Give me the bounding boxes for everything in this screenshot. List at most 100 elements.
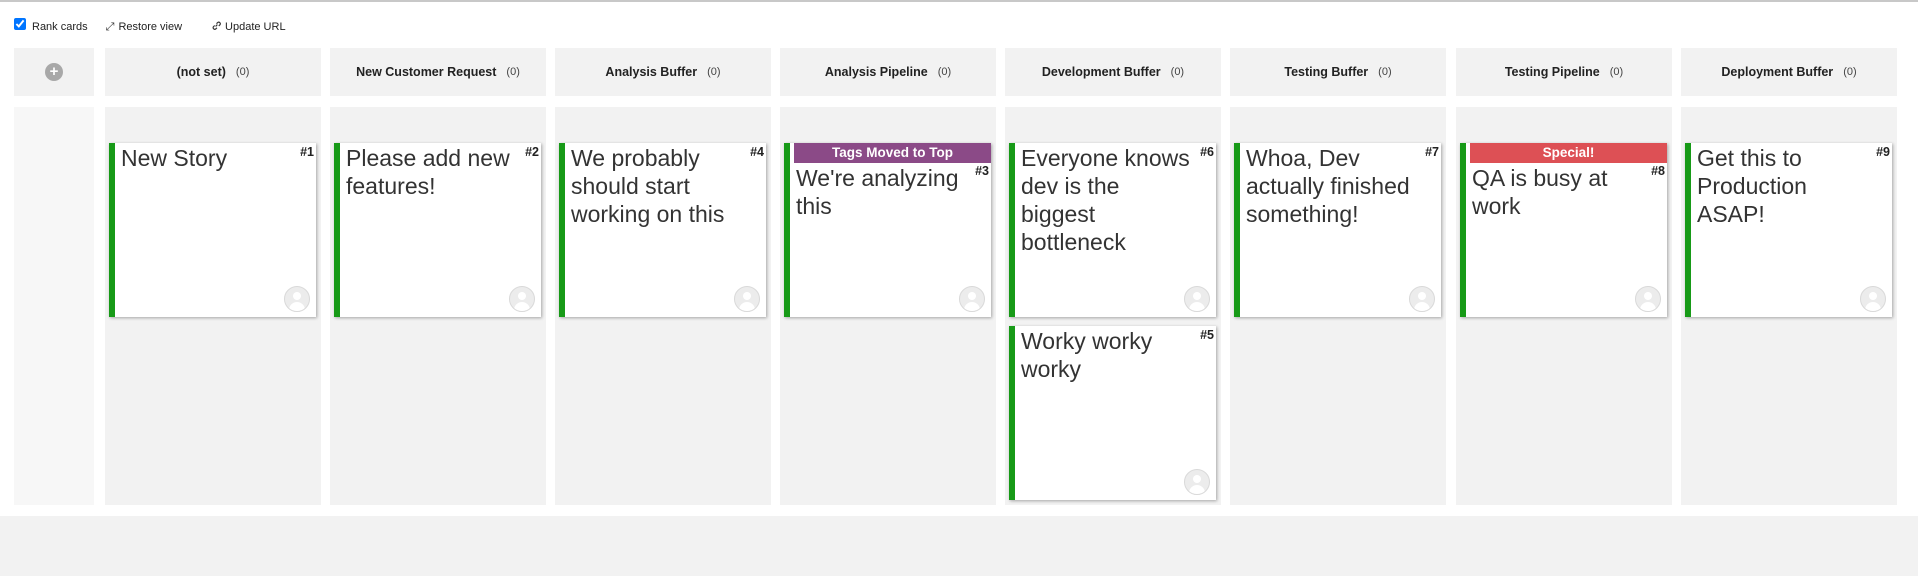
column-body: Whoa, Dev actually finished something! #7 bbox=[1230, 107, 1446, 505]
story-card[interactable]: We probably should start working on this… bbox=[559, 143, 766, 317]
avatar-icon[interactable] bbox=[1184, 286, 1210, 312]
avatar-body bbox=[1189, 302, 1205, 311]
column-header[interactable]: Testing Buffer (0) bbox=[1230, 48, 1446, 96]
column-count: (0) bbox=[1170, 66, 1185, 78]
avatar-head bbox=[1193, 475, 1201, 483]
card-title: Whoa, Dev actually finished something! bbox=[1246, 145, 1410, 227]
update-url-label: Update URL bbox=[225, 21, 286, 33]
story-card[interactable]: Tags Moved to Top We're analyzing this #3 bbox=[784, 143, 991, 317]
card-tag-label: Special! bbox=[1470, 143, 1667, 163]
story-card[interactable]: Whoa, Dev actually finished something! #7 bbox=[1234, 143, 1441, 317]
update-url-button[interactable]: Update URL bbox=[212, 21, 286, 33]
column-header[interactable]: Analysis Buffer (0) bbox=[555, 48, 771, 96]
story-card[interactable]: Special! QA is busy at work #8 bbox=[1460, 143, 1667, 317]
top-border bbox=[0, 0, 1918, 2]
link-icon bbox=[212, 21, 221, 33]
card-title: QA is busy at work bbox=[1472, 165, 1608, 219]
card-title: Worky worky worky bbox=[1021, 328, 1153, 382]
story-card[interactable]: Everyone knows dev is the biggest bottle… bbox=[1009, 143, 1216, 317]
board-toolbar: Rank cards ⤢ Restore view Update URL bbox=[14, 17, 286, 37]
card-tag-label: Tags Moved to Top bbox=[794, 143, 991, 163]
avatar-icon[interactable] bbox=[1635, 286, 1661, 312]
avatar-head bbox=[1418, 292, 1426, 300]
column-count: (0) bbox=[937, 66, 952, 78]
avatar-body bbox=[1189, 485, 1205, 494]
card-id: #8 bbox=[1651, 164, 1665, 178]
column-title: Testing Buffer bbox=[1284, 65, 1369, 79]
restore-arrows-icon: ⤢ bbox=[105, 20, 115, 33]
avatar-body bbox=[1640, 302, 1656, 311]
avatar-icon[interactable] bbox=[284, 286, 310, 312]
column-count: (0) bbox=[707, 66, 721, 78]
card-id: #6 bbox=[1200, 145, 1214, 159]
column-body: Please add new features! #2 bbox=[330, 107, 546, 505]
column-title: Analysis Pipeline bbox=[824, 65, 928, 79]
card-id: #7 bbox=[1425, 145, 1439, 159]
avatar-head bbox=[968, 292, 976, 300]
card-title: Get this to Production ASAP! bbox=[1697, 145, 1807, 227]
column-title: Deployment Buffer bbox=[1721, 65, 1834, 79]
avatar-head bbox=[293, 292, 301, 300]
card-title: We're analyzing this bbox=[796, 165, 959, 219]
column-body: Everyone knows dev is the biggest bottle… bbox=[1005, 107, 1221, 505]
avatar-head bbox=[1193, 292, 1201, 300]
avatar-body bbox=[1865, 302, 1881, 311]
rank-cards-checkbox[interactable] bbox=[14, 18, 26, 30]
column-body: Get this to Production ASAP! #9 bbox=[1681, 107, 1897, 505]
add-column-body bbox=[14, 107, 94, 505]
column-title: Testing Pipeline bbox=[1504, 65, 1600, 79]
column-header[interactable]: New Customer Request (0) bbox=[330, 48, 546, 96]
card-id: #3 bbox=[975, 164, 989, 178]
add-column-header: + bbox=[14, 48, 94, 96]
restore-view-label: Restore view bbox=[118, 21, 183, 33]
plus-circle-icon[interactable]: + bbox=[45, 63, 63, 81]
avatar-body bbox=[964, 302, 980, 311]
avatar-body bbox=[1414, 302, 1430, 311]
board-footer bbox=[0, 516, 1918, 576]
story-card[interactable]: Worky worky worky #5 bbox=[1009, 326, 1216, 500]
avatar-body bbox=[739, 302, 755, 311]
card-id: #4 bbox=[750, 145, 764, 159]
rank-cards-label: Rank cards bbox=[32, 21, 88, 33]
avatar-icon[interactable] bbox=[1860, 286, 1886, 312]
story-card[interactable]: Get this to Production ASAP! #9 bbox=[1685, 143, 1892, 317]
avatar-icon[interactable] bbox=[1184, 469, 1210, 495]
column-title: Development Buffer bbox=[1041, 65, 1161, 79]
column-header[interactable]: Analysis Pipeline (0) bbox=[780, 48, 996, 96]
column-body: Tags Moved to Top We're analyzing this #3 bbox=[780, 107, 996, 505]
avatar-icon[interactable] bbox=[509, 286, 535, 312]
column-header[interactable]: Development Buffer (0) bbox=[1005, 48, 1221, 96]
card-id: #9 bbox=[1876, 145, 1890, 159]
column-count: (0) bbox=[1843, 66, 1857, 78]
card-title: Everyone knows dev is the biggest bottle… bbox=[1021, 145, 1190, 255]
card-id: #5 bbox=[1200, 328, 1214, 342]
column-header[interactable]: (not set) (0) bbox=[105, 48, 321, 96]
column-title: New Customer Request bbox=[356, 65, 497, 79]
card-title: Please add new features! bbox=[346, 145, 510, 199]
column-header[interactable]: Deployment Buffer (0) bbox=[1681, 48, 1897, 96]
column-body: We probably should start working on this… bbox=[555, 107, 771, 505]
restore-view-button[interactable]: ⤢ Restore view bbox=[106, 21, 182, 34]
column-body: Special! QA is busy at work #8 bbox=[1456, 107, 1672, 505]
avatar-head bbox=[743, 292, 751, 300]
story-card[interactable]: New Story #1 bbox=[109, 143, 316, 317]
card-title: We probably should start working on this bbox=[571, 145, 725, 227]
card-id: #2 bbox=[525, 145, 539, 159]
avatar-body bbox=[514, 302, 530, 311]
avatar-icon[interactable] bbox=[734, 286, 760, 312]
avatar-body bbox=[289, 302, 305, 311]
rank-cards-toggle[interactable]: Rank cards bbox=[14, 18, 88, 33]
avatar-head bbox=[1869, 292, 1877, 300]
card-title: New Story bbox=[121, 145, 228, 171]
column-body: New Story #1 bbox=[105, 107, 321, 505]
story-card[interactable]: Please add new features! #2 bbox=[334, 143, 541, 317]
column-count: (0) bbox=[506, 66, 520, 78]
avatar-icon[interactable] bbox=[959, 286, 985, 312]
column-header[interactable]: Testing Pipeline (0) bbox=[1456, 48, 1672, 96]
column-count: (0) bbox=[1609, 66, 1624, 78]
avatar-head bbox=[1644, 292, 1652, 300]
column-title: Analysis Buffer bbox=[605, 65, 698, 79]
column-count: (0) bbox=[235, 66, 250, 78]
card-id: #1 bbox=[300, 145, 314, 159]
avatar-icon[interactable] bbox=[1409, 286, 1435, 312]
